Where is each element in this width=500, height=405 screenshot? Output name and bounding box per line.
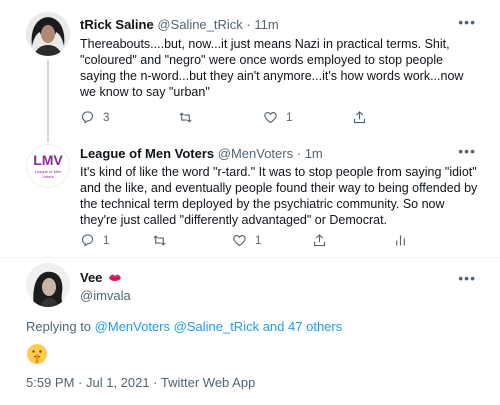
share-icon: [353, 111, 366, 124]
replying-to-users[interactable]: @MenVoters @Saline_tRick: [95, 319, 259, 334]
author-handle[interactable]: @MenVoters: [218, 146, 293, 161]
replying-to: Replying to @MenVoters @Saline_tRick and…: [26, 319, 342, 334]
replying-to-and: and: [262, 319, 285, 334]
share-button[interactable]: [312, 233, 327, 248]
tweet-actions: 3 1: [80, 110, 410, 126]
avatar-logo-subtext: League of Men Voters: [34, 169, 62, 179]
reply-icon: [81, 111, 94, 124]
retweet-icon: [179, 112, 192, 123]
tweet-header: tRick Saline @Saline_tRick · 11m: [80, 17, 279, 32]
divider: [0, 257, 500, 258]
replying-to-prefix: Replying to: [26, 319, 92, 334]
heart-icon: [233, 234, 246, 247]
like-button[interactable]: 1: [263, 110, 292, 125]
reply-count: 1: [103, 234, 110, 247]
tweet-text: Thereabouts....but, now...it just means …: [80, 37, 464, 99]
tweet-actions: 1 1: [80, 233, 410, 249]
heart-icon: [264, 111, 277, 124]
replying-to-others[interactable]: 47 others: [288, 319, 342, 334]
avatar[interactable]: [26, 263, 70, 307]
avatar[interactable]: [26, 12, 70, 56]
like-count: 1: [286, 111, 293, 124]
analytics-button[interactable]: [393, 233, 408, 248]
tweet-time[interactable]: 11m: [254, 17, 278, 32]
more-options-icon[interactable]: •••: [458, 270, 476, 286]
reply-icon: [81, 234, 94, 247]
analytics-icon: [396, 235, 405, 246]
share-button[interactable]: [352, 110, 367, 125]
avatar-image: [26, 263, 70, 307]
tweet-header: League of Men Voters @MenVoters · 1m: [80, 146, 323, 161]
author-name[interactable]: tRick Saline: [80, 17, 154, 32]
reply-count: 3: [103, 111, 110, 124]
author-handle[interactable]: @imvala: [80, 288, 131, 303]
reply-button[interactable]: 1: [80, 233, 109, 248]
author-name[interactable]: Vee: [80, 270, 102, 285]
retweet-button[interactable]: [178, 110, 201, 125]
tweet-league-of-men-voters[interactable]: LMV League of Men Voters League of Men V…: [0, 136, 500, 257]
like-count: 1: [255, 234, 262, 247]
retweet-icon: [153, 235, 166, 246]
author-name[interactable]: League of Men Voters: [80, 146, 214, 161]
tweet-trick-saline[interactable]: tRick Saline @Saline_tRick · 11m ••• The…: [0, 0, 500, 142]
reply-button[interactable]: 3: [80, 110, 109, 125]
like-button[interactable]: 1: [232, 233, 261, 248]
author-handle[interactable]: @Saline_tRick: [157, 17, 242, 32]
avatar-logo-text: LMV: [33, 152, 63, 168]
shushing-face-icon: [27, 344, 47, 364]
more-options-icon[interactable]: •••: [458, 14, 476, 30]
separator: ·: [296, 146, 302, 161]
thread-line: [47, 60, 49, 142]
avatar-image: [26, 12, 70, 56]
share-icon: [313, 234, 326, 247]
tweet-time[interactable]: 1m: [305, 146, 323, 161]
tweet-text: It's kind of like the word "r-tard." It …: [80, 165, 478, 227]
retweet-button[interactable]: [152, 233, 175, 248]
lips-icon: [109, 274, 122, 281]
tweet-timestamp[interactable]: 5:59 PM · Jul 1, 2021 · Twitter Web App: [26, 375, 255, 390]
more-options-icon[interactable]: •••: [458, 143, 476, 159]
avatar[interactable]: LMV League of Men Voters: [26, 144, 70, 188]
author-name-row: Vee: [80, 270, 122, 285]
separator: ·: [246, 17, 251, 32]
